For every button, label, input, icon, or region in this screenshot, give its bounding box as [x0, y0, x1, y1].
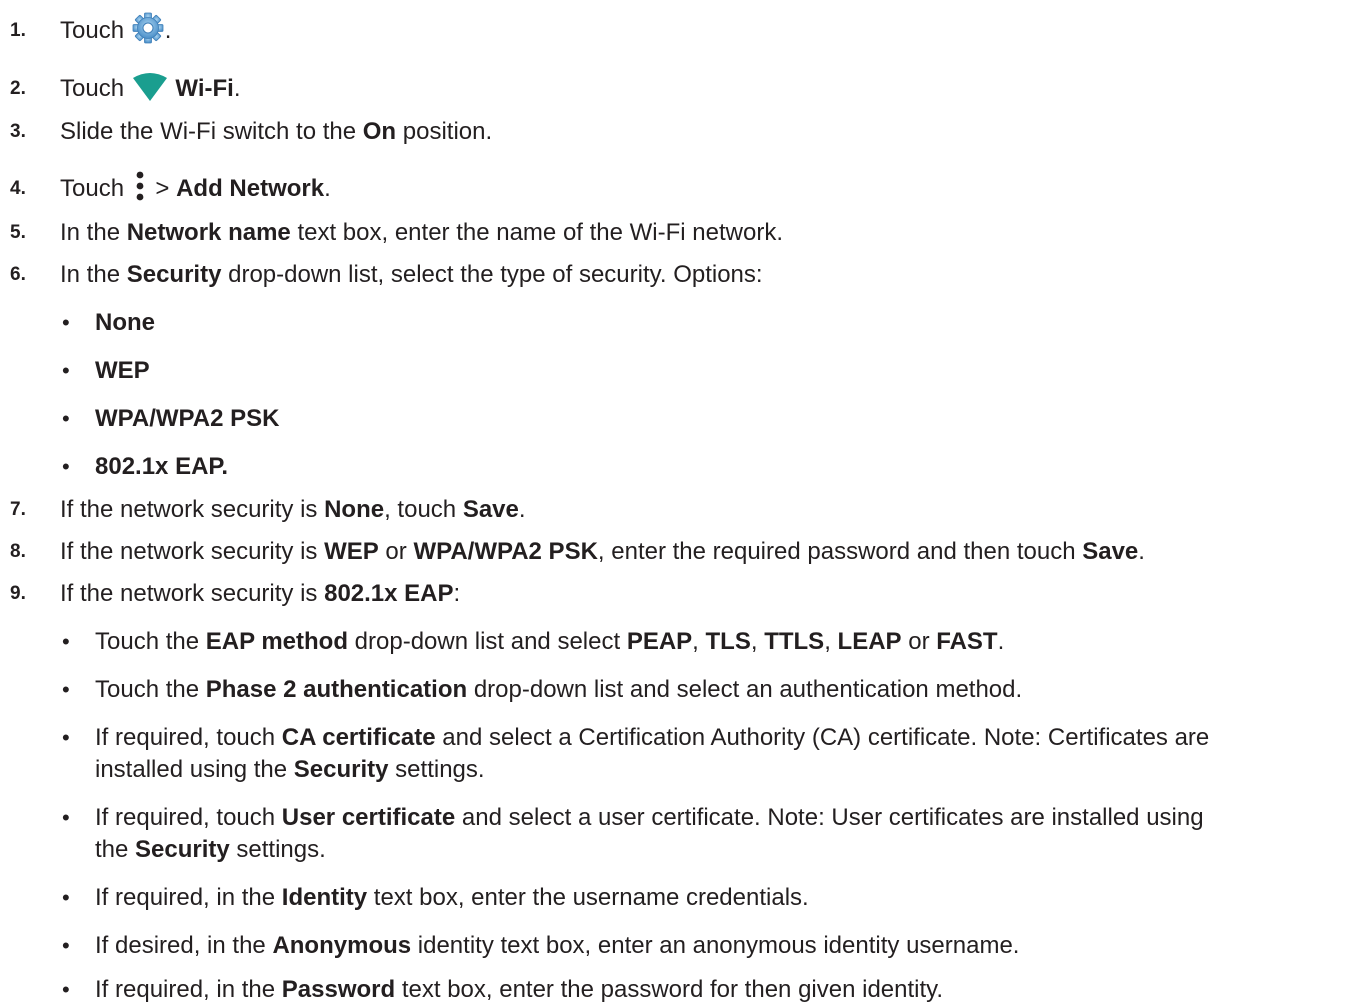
bullet: •: [62, 406, 70, 431]
bullet: •: [62, 454, 70, 479]
bullet: •: [62, 805, 70, 830]
bullet: •: [62, 885, 70, 910]
bullet: •: [62, 725, 70, 750]
bullet: •: [62, 677, 70, 702]
step-number: 5.: [10, 222, 26, 243]
step-number: 1.: [10, 20, 26, 41]
step-number: 9.: [10, 583, 26, 604]
step-number: 8.: [10, 541, 26, 562]
bullet: •: [62, 977, 70, 1002]
bullet: •: [62, 933, 70, 958]
bullet: •: [62, 629, 70, 654]
step-number: 6.: [10, 264, 26, 285]
step-number: 3.: [10, 121, 26, 142]
step-number: 7.: [10, 499, 26, 520]
bullet: •: [62, 358, 70, 383]
settings-gear-icon: [131, 11, 165, 45]
step-number: 4.: [10, 178, 26, 199]
more-vertical-menu-icon: [131, 169, 149, 203]
step-number: 2.: [10, 78, 26, 99]
wifi-icon: [131, 72, 169, 102]
bullet: •: [62, 310, 70, 335]
